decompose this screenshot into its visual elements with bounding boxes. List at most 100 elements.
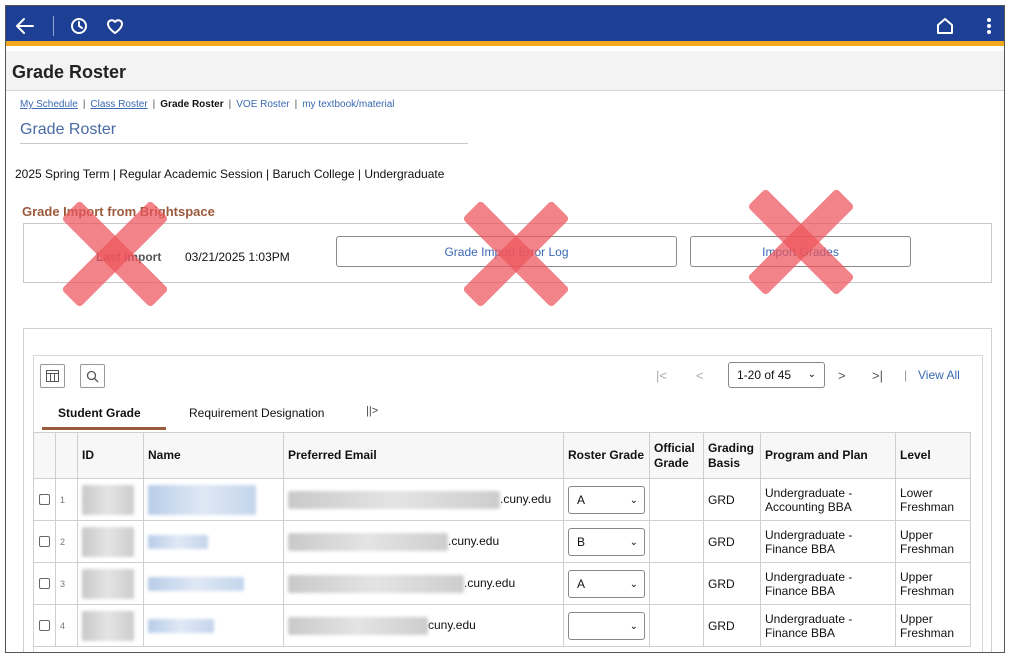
- program-plan-cell: Undergraduate - Finance BBA: [760, 604, 896, 647]
- row-checkbox[interactable]: [39, 494, 50, 505]
- row-checkbox[interactable]: [39, 536, 50, 547]
- roster-grade-cell: B ⌄: [563, 520, 650, 563]
- page-header-title: Grade Roster: [12, 62, 127, 82]
- row-number-column-header: [55, 432, 78, 479]
- column-header-level: Level: [895, 432, 971, 479]
- page-range-select[interactable]: 1-20 of 45 ⌄: [728, 362, 825, 388]
- search-icon[interactable]: [80, 364, 105, 388]
- breadcrumb: My Schedule | Class Roster | Grade Roster | VO…: [20, 99, 394, 110]
- email-cell: .cuny.edu: [283, 478, 564, 521]
- grading-basis-cell: GRD: [703, 562, 761, 605]
- student-id-cell: [77, 562, 144, 605]
- arrow-left-icon[interactable]: [12, 13, 38, 39]
- breadcrumb-voe-roster[interactable]: VOE Roster: [236, 99, 289, 110]
- table-header-row: ID Name Preferred Email Roster Grade Off…: [33, 432, 971, 479]
- email-suffix: .cuny.edu: [464, 575, 516, 590]
- roster-grade-cell: A ⌄: [563, 478, 650, 521]
- breadcrumb-textbook[interactable]: my textbook/material: [302, 99, 394, 110]
- grading-basis-cell: GRD: [703, 478, 761, 521]
- email-suffix: .cuny.edu: [448, 533, 500, 548]
- level-cell: Lower Freshman: [895, 478, 971, 521]
- email-cell: cuny.edu: [283, 604, 564, 647]
- kebab-menu-icon[interactable]: [976, 13, 1002, 39]
- redacted-name-link[interactable]: [148, 618, 214, 633]
- previous-page-icon[interactable]: <: [696, 368, 704, 383]
- roster-grade-select[interactable]: A ⌄: [568, 569, 645, 598]
- row-checkbox-cell: [33, 520, 56, 563]
- official-grade-cell: [649, 520, 704, 563]
- show-all-columns-icon[interactable]: ||>: [366, 405, 378, 417]
- roster-grade-cell: A ⌄: [563, 562, 650, 605]
- nav-separator: [53, 16, 54, 36]
- redacted-email: [288, 616, 428, 635]
- grade-roster-table: ID Name Preferred Email Roster Grade Off…: [33, 432, 971, 647]
- table-row: 3 .cuny.edu A ⌄ GRD Undergraduate - Finan…: [33, 562, 971, 605]
- active-tab-indicator: [42, 427, 166, 430]
- roster-grade-select[interactable]: B ⌄: [568, 527, 645, 556]
- home-icon[interactable]: [932, 13, 958, 39]
- grid-columns-icon[interactable]: [40, 364, 65, 388]
- page-range-value: 1-20 of 45: [737, 368, 792, 382]
- program-plan-cell: Undergraduate - Finance BBA: [760, 562, 896, 605]
- column-header-official-grade: Official Grade: [649, 432, 704, 479]
- next-page-icon[interactable]: >: [838, 368, 846, 383]
- breadcrumb-separator: |: [82, 99, 86, 110]
- row-number: 1: [55, 478, 78, 521]
- row-checkbox-cell: [33, 604, 56, 647]
- email-suffix: cuny.edu: [428, 617, 476, 632]
- student-id-cell: [77, 604, 144, 647]
- redacted-name-link[interactable]: [148, 484, 256, 515]
- row-checkbox[interactable]: [39, 620, 50, 631]
- last-page-icon[interactable]: >|: [872, 368, 883, 383]
- breadcrumb-separator: |: [152, 99, 156, 110]
- breadcrumb-separator: |: [294, 99, 298, 110]
- column-header-program-plan: Program and Plan: [760, 432, 896, 479]
- redacted-name-link[interactable]: [148, 534, 208, 549]
- level-cell: Upper Freshman: [895, 562, 971, 605]
- clock-icon[interactable]: [66, 13, 92, 39]
- page-title: Grade Roster: [20, 121, 117, 138]
- roster-grade-select[interactable]: A ⌄: [568, 485, 645, 514]
- first-page-icon[interactable]: |<: [656, 368, 667, 383]
- row-number: 3: [55, 562, 78, 605]
- redacted-id: [82, 526, 134, 557]
- row-checkbox[interactable]: [39, 578, 50, 589]
- last-import-label: Last Import: [96, 250, 162, 264]
- row-checkbox-cell: [33, 562, 56, 605]
- top-nav-bar: [6, 6, 1004, 46]
- chevron-down-icon: ⌄: [807, 369, 816, 380]
- student-name-cell: [143, 478, 284, 521]
- level-cell: Upper Freshman: [895, 604, 971, 647]
- redacted-email: [288, 532, 448, 551]
- program-plan-cell: Undergraduate - Accounting BBA: [760, 478, 896, 521]
- heart-icon[interactable]: [102, 13, 128, 39]
- grade-import-error-log-button[interactable]: Grade Import Error Log: [336, 236, 677, 267]
- table-row: 1 .cuny.edu A ⌄ GRD Undergraduate - Accou…: [33, 478, 971, 521]
- view-all-link[interactable]: View All: [918, 368, 960, 382]
- import-grades-button[interactable]: Import Grades: [690, 236, 911, 267]
- breadcrumb-class-roster[interactable]: Class Roster: [90, 99, 147, 110]
- level-cell: Upper Freshman: [895, 520, 971, 563]
- row-checkbox-cell: [33, 478, 56, 521]
- chevron-down-icon: ⌄: [629, 620, 638, 632]
- student-name-cell: [143, 604, 284, 647]
- tab-student-grade[interactable]: Student Grade: [58, 406, 141, 420]
- official-grade-cell: [649, 604, 704, 647]
- row-number: 2: [55, 520, 78, 563]
- table-row: 4 cuny.edu ⌄ GRD Undergraduate - Finance…: [33, 604, 971, 647]
- chevron-down-icon: ⌄: [629, 536, 638, 548]
- tab-requirement-designation[interactable]: Requirement Designation: [189, 406, 324, 420]
- breadcrumb-my-schedule[interactable]: My Schedule: [20, 99, 78, 110]
- student-name-cell: [143, 520, 284, 563]
- redacted-id: [82, 568, 134, 599]
- redacted-name-link[interactable]: [148, 576, 244, 591]
- import-section-heading: Grade Import from Brightspace: [22, 204, 215, 219]
- term-info: 2025 Spring Term | Regular Academic Sess…: [15, 167, 445, 181]
- official-grade-cell: [649, 562, 704, 605]
- column-header-roster-grade: Roster Grade: [563, 432, 650, 479]
- roster-grade-select[interactable]: ⌄: [568, 611, 645, 640]
- official-grade-cell: [649, 478, 704, 521]
- column-header-id: ID: [77, 432, 144, 479]
- last-import-value: 03/21/2025 1:03PM: [185, 250, 290, 264]
- breadcrumb-grade-roster: Grade Roster: [160, 99, 224, 110]
